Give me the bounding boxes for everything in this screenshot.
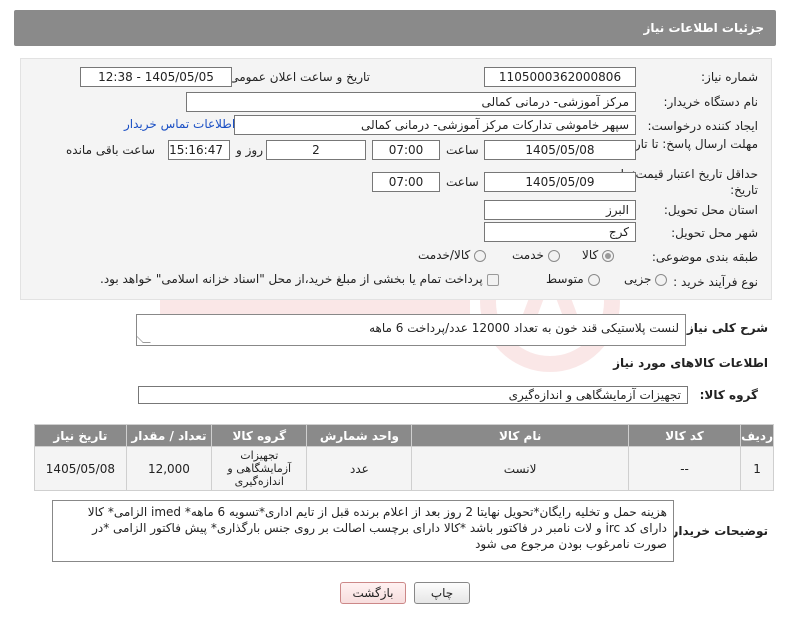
days-label: روز و	[236, 143, 263, 157]
col-group: گروه کالا	[211, 424, 308, 447]
col-quantity: تعداد / مقدار	[125, 424, 213, 447]
cell-unit: عدد	[306, 446, 413, 491]
category-option-service[interactable]: خدمت	[512, 248, 560, 262]
page-title: جزئیات اطلاعات نیاز	[643, 21, 764, 35]
radio-goods-service-icon[interactable]	[474, 249, 487, 262]
items-table: ردیف کد کالا نام کالا واحد شمارش گروه کا…	[34, 424, 774, 491]
radio-service-icon[interactable]	[547, 249, 560, 262]
radio-goods-icon[interactable]	[602, 249, 615, 262]
buyer-org-label: نام دستگاه خریدار:	[663, 95, 759, 109]
reply-time-label: ساعت	[446, 143, 479, 157]
summary-text: لنست پلاستیکی قند خون به تعداد 12000 عدد…	[369, 321, 679, 335]
print-button[interactable]: چاپ	[414, 582, 470, 604]
page: جزئیات اطلاعات نیاز شماره نیاز: 11050003…	[0, 0, 788, 619]
price-time-field[interactable]: 07:00	[372, 172, 440, 192]
process-option-medium[interactable]: متوسط	[546, 272, 600, 286]
province-field[interactable]: البرز	[484, 200, 636, 220]
cell-index: 1	[740, 446, 774, 491]
goods-group-label: گروه کالا:	[699, 388, 758, 402]
goods-info-title: اطلاعات کالاهای مورد نیاز	[613, 356, 768, 370]
province-label: استان محل تحویل:	[663, 203, 758, 217]
need-number-label: شماره نیاز:	[701, 70, 758, 84]
remaining-time-field[interactable]: 15:16:47	[168, 140, 230, 160]
col-name: نام کالا	[411, 424, 629, 447]
city-field[interactable]: کرج	[484, 222, 636, 242]
requester-field[interactable]: سپهر خاموشی تدارکات مرکز آموزشی- درمانی …	[234, 115, 636, 135]
category-option-goods-service[interactable]: کالا/خدمت	[418, 248, 487, 262]
price-time-label: ساعت	[446, 175, 479, 189]
process-label: نوع فرآیند خرید :	[673, 275, 758, 289]
category-option-goods[interactable]: کالا	[582, 248, 615, 262]
cell-name: لانست	[411, 446, 629, 491]
process-option-minor[interactable]: جزیی	[624, 272, 668, 286]
radio-medium-icon[interactable]	[587, 273, 600, 286]
page-header: جزئیات اطلاعات نیاز	[14, 10, 776, 46]
resize-handle-icon[interactable]	[137, 335, 151, 343]
buyer-notes-text: هزینه حمل و تخلیه رایگان*تحویل نهایتا 2 …	[87, 505, 667, 551]
category-label: طبقه بندی موضوعی:	[651, 250, 758, 264]
need-number-field[interactable]: 1105000362000806	[484, 67, 636, 87]
col-index: ردیف	[740, 424, 774, 447]
buyer-notes-textarea[interactable]: هزینه حمل و تخلیه رایگان*تحویل نهایتا 2 …	[52, 500, 674, 562]
col-date: تاریخ نیاز	[34, 424, 127, 447]
price-date-field[interactable]: 1405/05/09	[484, 172, 636, 192]
back-button[interactable]: بازگشت	[340, 582, 406, 604]
col-unit: واحد شمارش	[306, 424, 413, 447]
buyer-notes-label: توضیحات خریدار:	[666, 524, 768, 538]
remaining-label: ساعت باقی مانده	[66, 143, 156, 157]
col-code: کد کالا	[627, 424, 742, 447]
radio-minor-icon[interactable]	[655, 273, 668, 286]
days-field[interactable]: 2	[266, 140, 366, 160]
reply-time-field[interactable]: 07:00	[372, 140, 440, 160]
cell-group: تجهیزات آزمایشگاهی و اندازه‌گیری	[211, 446, 308, 491]
payment-note[interactable]: پرداخت تمام یا بخشی از مبلغ خرید،از محل …	[100, 272, 499, 286]
goods-group-field[interactable]: تجهیزات آزمایشگاهی و اندازه‌گیری	[138, 386, 688, 404]
summary-label: شرح کلی نیاز:	[682, 321, 768, 335]
city-label: شهر محل تحویل:	[671, 226, 758, 240]
table-row[interactable]: 1 -- لانست عدد تجهیزات آزمایشگاهی و اندا…	[34, 446, 774, 491]
buyer-org-field[interactable]: مرکز آموزشی- درمانی کمالی	[186, 92, 636, 112]
items-table-header: ردیف کد کالا نام کالا واحد شمارش گروه کا…	[34, 424, 774, 447]
contact-info-link[interactable]: اطلاعات تماس خریدار	[124, 117, 235, 131]
payment-checkbox-icon[interactable]	[486, 273, 499, 286]
summary-textarea[interactable]: لنست پلاستیکی قند خون به تعداد 12000 عدد…	[136, 314, 686, 346]
announce-datetime-field[interactable]: 1405/05/05 - 12:38	[80, 67, 232, 87]
cell-quantity: 12,000	[125, 446, 213, 491]
reply-date-field[interactable]: 1405/05/08	[484, 140, 636, 160]
announce-label: تاریخ و ساعت اعلان عمومی:	[225, 70, 370, 84]
cell-date: 1405/05/08	[34, 446, 127, 491]
cell-code: --	[627, 446, 742, 491]
requester-label: ایجاد کننده درخواست:	[647, 119, 758, 133]
